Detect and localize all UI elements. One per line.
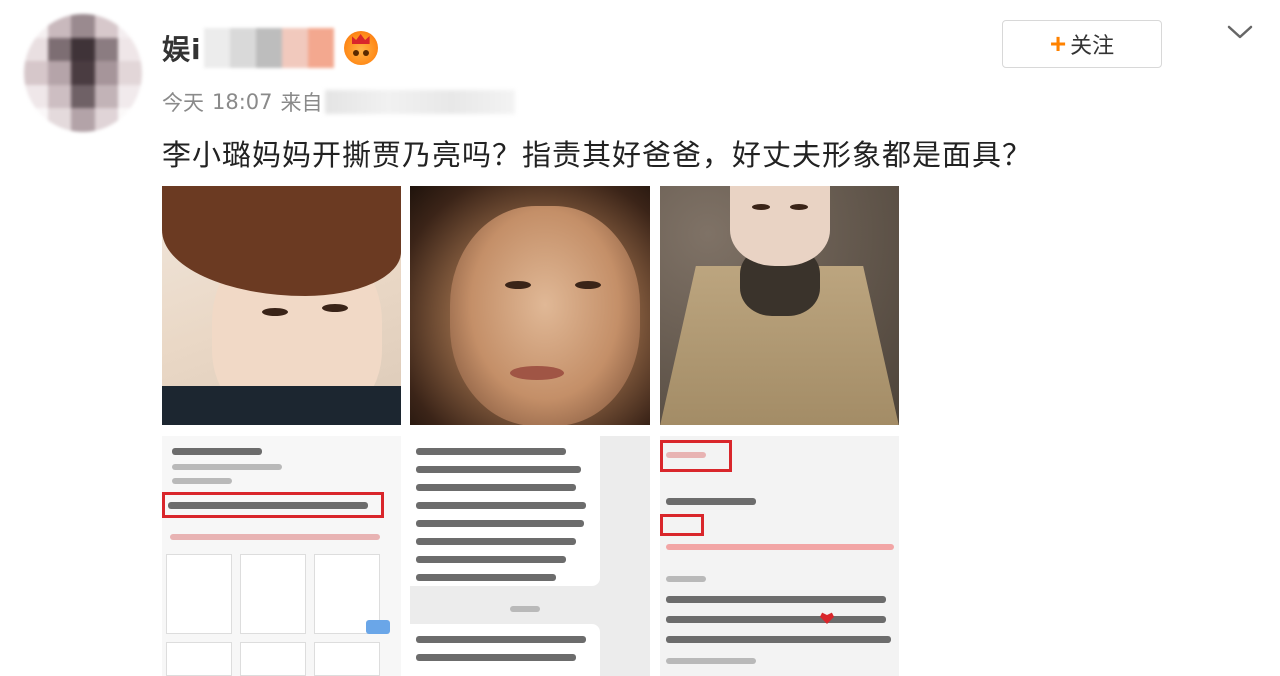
chevron-down-icon[interactable] xyxy=(1226,20,1254,44)
screenshot-chat-text[interactable] xyxy=(410,436,650,676)
avatar[interactable] xyxy=(24,14,142,132)
post-source-label: 来自 xyxy=(280,91,323,115)
author-name-row: 娱i xyxy=(162,26,378,70)
photo-man-portrait[interactable] xyxy=(162,186,401,425)
post-source-blurred xyxy=(324,90,515,114)
plus-icon: + xyxy=(1049,28,1067,59)
photo-woman-in-coat[interactable] xyxy=(660,186,899,425)
post-text: 李小璐妈妈开撕贾乃亮吗？指责其好爸爸，好丈夫形象都是面具？ xyxy=(162,138,1033,172)
post-meta: 今天 18:07 来自 xyxy=(162,88,515,116)
post-date: 今天 xyxy=(162,91,204,115)
author-name[interactable]: 娱i xyxy=(162,28,202,68)
photo-woman-portrait[interactable] xyxy=(410,186,650,425)
screenshot-comments[interactable] xyxy=(660,436,899,676)
weibo-post-card: 娱i 今天 18:07 来自 + 关注 李小璐妈妈开撕贾乃亮吗？指责其好爸爸，好… xyxy=(0,0,1280,676)
author-name-blurred xyxy=(203,28,334,68)
vip-crown-badge-icon xyxy=(343,31,378,65)
post-time: 18:07 xyxy=(212,90,273,114)
follow-button[interactable]: + 关注 xyxy=(1002,20,1162,68)
follow-label: 关注 xyxy=(1070,33,1115,58)
screenshot-post-highlight[interactable] xyxy=(162,436,401,676)
